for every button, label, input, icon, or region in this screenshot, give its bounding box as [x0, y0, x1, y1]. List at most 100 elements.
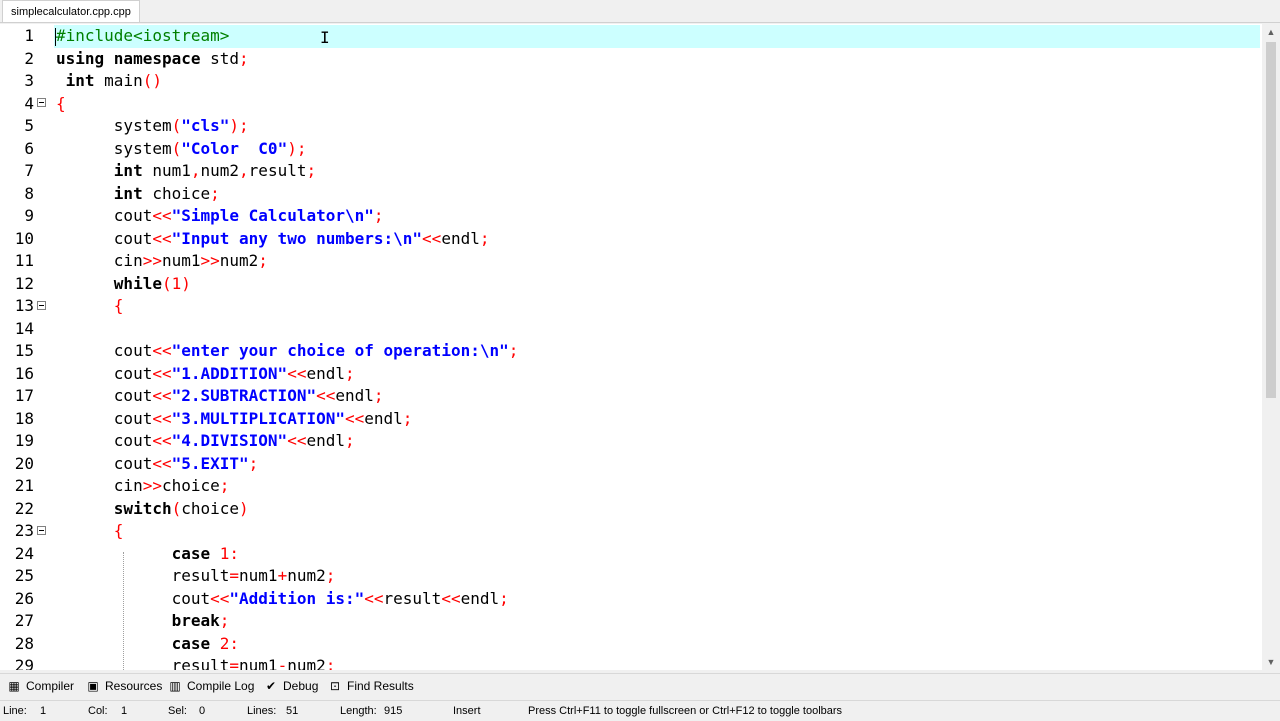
- code-line[interactable]: {: [56, 295, 1256, 318]
- code-line[interactable]: cout<<"enter your choice of operation:\n…: [56, 340, 1256, 363]
- ibeam-cursor-icon: I: [320, 28, 330, 47]
- code-token: cout: [56, 341, 153, 360]
- code-token: "Addition is:": [229, 588, 365, 608]
- code-editor[interactable]: 1 2 3 4 5 6 7 8 9 10 11 12 13 14 15 16 17 18 19 20 21 22 23 24 2…: [0, 24, 1262, 670]
- code-line[interactable]: system("cls");: [56, 115, 1256, 138]
- code-line[interactable]: cout<<"2.SUBTRACTION"<<endl;: [56, 385, 1256, 408]
- status-col-value: 1: [121, 705, 128, 717]
- vertical-scrollbar[interactable]: ▲ ▼: [1262, 24, 1280, 670]
- code-line[interactable]: case 2:: [56, 633, 1256, 656]
- fold-toggle-icon[interactable]: [37, 301, 46, 310]
- code-line[interactable]: result=num1+num2;: [56, 565, 1256, 588]
- compiler-tab-button[interactable]: ▦ Compiler: [4, 676, 74, 696]
- code-line[interactable]: cout<<"1.ADDITION"<<endl;: [56, 363, 1256, 386]
- code-line[interactable]: int main(): [56, 70, 1256, 93]
- compile-log-tab-button[interactable]: ▥ Compile Log: [165, 676, 254, 696]
- code-token: 1: [219, 543, 230, 563]
- code-line[interactable]: case 1:: [56, 543, 1256, 566]
- fold-toggle-icon[interactable]: [37, 98, 46, 107]
- code-token: while: [113, 273, 162, 293]
- code-token: choice: [152, 183, 211, 203]
- file-tab[interactable]: simplecalculator.cpp.cpp: [2, 0, 140, 22]
- code-token: <<: [152, 228, 172, 248]
- code-token: ;: [402, 408, 413, 428]
- code-token: <<: [152, 386, 172, 405]
- code-token: num1: [152, 161, 191, 180]
- code-line[interactable]: [56, 318, 1256, 341]
- tab-bar: simplecalculator.cpp.cpp: [0, 0, 1280, 23]
- debug-tab-button[interactable]: ✔ Debug: [261, 676, 318, 696]
- compiler-icon: ▦: [8, 679, 20, 693]
- code-line[interactable]: using namespace std;: [56, 48, 1256, 71]
- code-token: ): [239, 498, 249, 518]
- line-number: 27: [14, 611, 34, 630]
- code-token: "Simple Calculator\n": [171, 206, 374, 225]
- code-line[interactable]: cin>>choice;: [56, 475, 1256, 498]
- resources-tab-button[interactable]: ▣ Resources: [83, 676, 162, 696]
- code-line[interactable]: result=num1-num2;: [56, 655, 1256, 670]
- code-line[interactable]: cout<<"4.DIVISION"<<endl;: [56, 430, 1256, 453]
- code-token: num2: [287, 566, 326, 585]
- line-number: 22: [14, 498, 34, 518]
- status-bar: Line: 1 Col: 1 Sel: 0 Lines: 51 Length: …: [0, 700, 1280, 721]
- scrollbar-thumb[interactable]: [1266, 42, 1276, 398]
- find-results-tab-button[interactable]: ⊡ Find Results: [325, 676, 414, 696]
- code-token: num1: [161, 251, 201, 270]
- code-token: switch: [113, 498, 172, 518]
- code-token: endl: [460, 588, 500, 608]
- scroll-down-icon[interactable]: ▼: [1262, 654, 1280, 670]
- code-token: ): [181, 273, 191, 293]
- code-token: <<: [364, 588, 384, 608]
- code-line[interactable]: #include<iostream>: [54, 25, 1260, 48]
- code-token: :: [229, 633, 240, 653]
- code-line[interactable]: system("Color C0");: [56, 138, 1256, 161]
- code-token: "3.MULTIPLICATION": [171, 408, 345, 428]
- code-line[interactable]: cout<<"Addition is:"<<result<<endl;: [56, 588, 1256, 611]
- code-token: "2.SUBTRACTION": [171, 386, 317, 405]
- code-line[interactable]: {: [56, 520, 1256, 543]
- line-number: 12: [14, 273, 34, 293]
- code-line[interactable]: break;: [56, 610, 1256, 633]
- code-token: case: [171, 633, 220, 653]
- code-token: ,: [190, 161, 201, 180]
- code-token: ;: [258, 251, 268, 270]
- code-line[interactable]: int choice;: [56, 183, 1256, 206]
- code-line[interactable]: int num1,num2,result;: [56, 160, 1256, 183]
- code-token: <<: [152, 431, 172, 450]
- line-number: 11: [14, 251, 34, 270]
- code-token: ;: [325, 656, 336, 670]
- code-line[interactable]: cout<<"Input any two numbers:\n"<<endl;: [56, 228, 1256, 251]
- code-token: ;: [306, 161, 317, 180]
- line-number: 7: [24, 161, 34, 180]
- code-token: "enter your choice of operation:\n": [171, 341, 509, 360]
- code-token: cout: [56, 386, 153, 405]
- find-results-icon: ⊡: [329, 679, 341, 693]
- code-token: <<: [287, 431, 307, 450]
- line-number: 10: [14, 228, 34, 248]
- code-token: 1: [171, 273, 182, 293]
- code-line[interactable]: while(1): [56, 273, 1256, 296]
- line-number: 20: [14, 453, 34, 473]
- code-line[interactable]: cout<<"5.EXIT";: [56, 453, 1256, 476]
- compile-log-icon: ▥: [169, 679, 181, 693]
- scroll-up-icon[interactable]: ▲: [1262, 24, 1280, 40]
- line-number: 19: [14, 431, 34, 450]
- fold-toggle-icon[interactable]: [37, 526, 46, 535]
- code-token: <<: [344, 408, 365, 428]
- code-line[interactable]: cout<<"3.MULTIPLICATION"<<endl;: [56, 408, 1256, 431]
- line-number: 24: [14, 543, 34, 563]
- code-token: <<: [152, 206, 172, 225]
- code-line[interactable]: {: [56, 93, 1256, 116]
- code-token: );: [287, 138, 307, 158]
- code-line[interactable]: switch(choice): [56, 498, 1256, 521]
- code-line[interactable]: cout<<"Simple Calculator\n";: [56, 205, 1256, 228]
- code-token: ;: [239, 48, 249, 68]
- code-line[interactable]: cin>>num1>>num2;: [56, 250, 1256, 273]
- code-token: <<: [287, 363, 307, 383]
- code-token: cout: [56, 206, 153, 225]
